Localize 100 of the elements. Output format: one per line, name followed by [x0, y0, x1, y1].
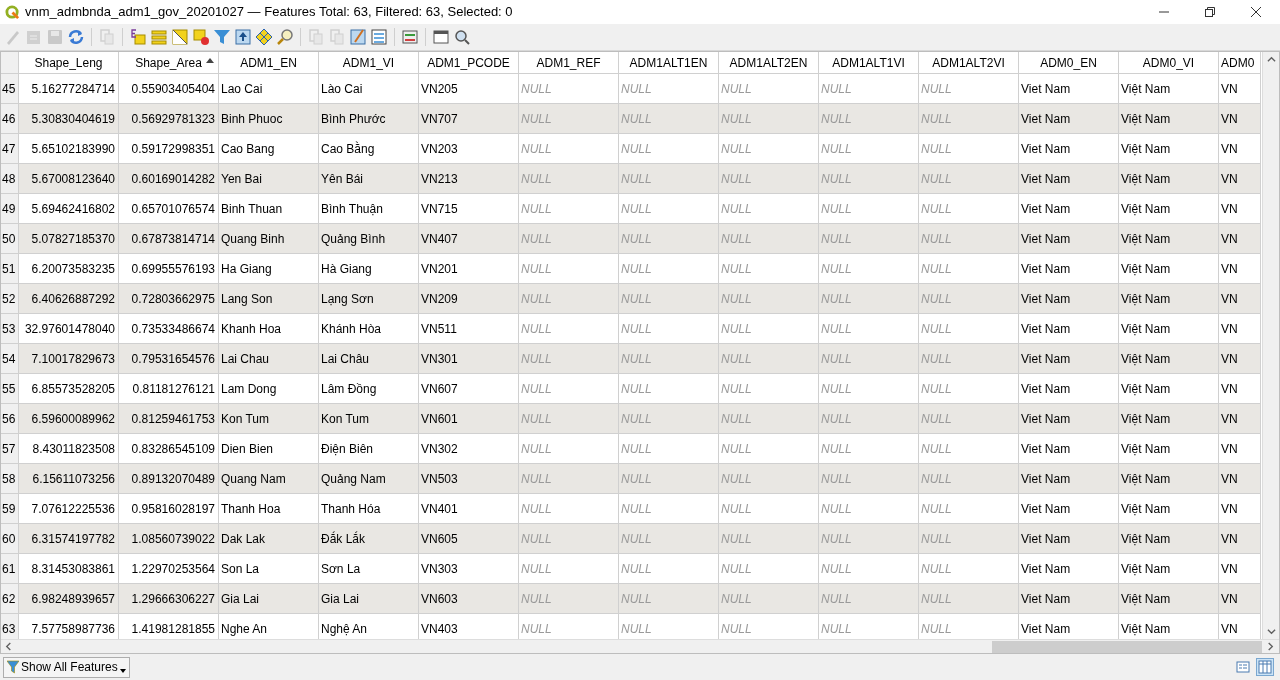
- table-cell: NULL: [719, 104, 819, 134]
- row-number[interactable]: 61: [1, 554, 19, 584]
- table-cell: NULL: [519, 164, 619, 194]
- table-cell: VN: [1219, 314, 1261, 344]
- table-cell: NULL: [519, 254, 619, 284]
- table-cell: NULL: [619, 314, 719, 344]
- table-cell: Hà Giang: [319, 254, 419, 284]
- row-number[interactable]: 55: [1, 374, 19, 404]
- row-number[interactable]: 50: [1, 224, 19, 254]
- table-cell: NULL: [819, 224, 919, 254]
- row-number[interactable]: 63: [1, 614, 19, 639]
- row-number[interactable]: 54: [1, 344, 19, 374]
- table-cell: VN: [1219, 404, 1261, 434]
- table-cell: Viet Nam: [1019, 74, 1119, 104]
- table-cell: NULL: [819, 464, 919, 494]
- column-header[interactable]: ADM1_REF: [519, 52, 619, 74]
- column-header[interactable]: ADM1ALT2EN: [719, 52, 819, 74]
- column-header[interactable]: ADM1_PCODE: [419, 52, 519, 74]
- column-header[interactable]: ADM0_VI: [1119, 52, 1219, 74]
- table-cell: Viet Nam: [1019, 494, 1119, 524]
- table-cell: Việt Nam: [1119, 344, 1219, 374]
- column-header[interactable]: ADM1ALT2VI: [919, 52, 1019, 74]
- table-cell: Việt Nam: [1119, 104, 1219, 134]
- table-cell: 6.40626887292: [19, 284, 119, 314]
- table-cell: Việt Nam: [1119, 284, 1219, 314]
- table-cell: NULL: [819, 554, 919, 584]
- horizontal-scrollbar[interactable]: [1, 639, 1279, 653]
- scroll-down-icon[interactable]: [1266, 627, 1276, 636]
- column-header[interactable]: ADM1_EN: [219, 52, 319, 74]
- table-cell: Việt Nam: [1119, 134, 1219, 164]
- table-cell: NULL: [919, 614, 1019, 639]
- deselect-icon[interactable]: [192, 28, 210, 46]
- column-header[interactable]: ADM0_EN: [1019, 52, 1119, 74]
- table-cell: NULL: [919, 524, 1019, 554]
- table-cell: NULL: [719, 344, 819, 374]
- table-view-icon[interactable]: [1257, 659, 1273, 675]
- table-cell: Việt Nam: [1119, 614, 1219, 639]
- show-all-features-button[interactable]: Show All Features: [3, 656, 130, 678]
- column-header[interactable]: ADM1ALT1VI: [819, 52, 919, 74]
- table-cell: VN715: [419, 194, 519, 224]
- maximize-icon[interactable]: [1204, 6, 1216, 18]
- row-number[interactable]: 59: [1, 494, 19, 524]
- table-cell: NULL: [519, 194, 619, 224]
- table-cell: NULL: [719, 554, 819, 584]
- filter-icon: [7, 660, 19, 674]
- table-cell: NULL: [519, 284, 619, 314]
- table-cell: NULL: [919, 584, 1019, 614]
- table-cell: VN: [1219, 434, 1261, 464]
- table-cell: VN302: [419, 434, 519, 464]
- table-cell: 8.31453083861: [19, 554, 119, 584]
- column-header[interactable]: Shape_Leng: [19, 52, 119, 74]
- row-number[interactable]: 51: [1, 254, 19, 284]
- zoom-icon[interactable]: [276, 28, 294, 46]
- column-header[interactable]: Shape_Area: [119, 52, 219, 74]
- scroll-left-icon[interactable]: [4, 642, 13, 651]
- table-cell: VN401: [419, 494, 519, 524]
- table-cell: Viet Nam: [1019, 584, 1119, 614]
- table-cell: NULL: [719, 254, 819, 284]
- table-cell: 0.72803662975: [119, 284, 219, 314]
- table-cell: Việt Nam: [1119, 164, 1219, 194]
- row-number[interactable]: 56: [1, 404, 19, 434]
- row-number[interactable]: 58: [1, 464, 19, 494]
- vertical-scrollbar[interactable]: [1262, 52, 1279, 639]
- table-cell: Dien Bien: [219, 434, 319, 464]
- table-cell: NULL: [619, 254, 719, 284]
- row-number[interactable]: 53: [1, 314, 19, 344]
- table-cell: 0.81181276121: [119, 374, 219, 404]
- table-cell: Cao Bang: [219, 134, 319, 164]
- table-cell: NULL: [719, 194, 819, 224]
- row-number[interactable]: 46: [1, 104, 19, 134]
- table-cell: VN: [1219, 254, 1261, 284]
- column-header[interactable]: ADM1ALT1EN: [619, 52, 719, 74]
- row-number[interactable]: 47: [1, 134, 19, 164]
- column-header[interactable]: ADM1_VI: [319, 52, 419, 74]
- table-cell: Việt Nam: [1119, 224, 1219, 254]
- table-cell: 5.07827185370: [19, 224, 119, 254]
- scroll-right-icon[interactable]: [1266, 642, 1275, 651]
- row-number[interactable]: 52: [1, 284, 19, 314]
- close-icon[interactable]: [1250, 6, 1262, 18]
- row-number[interactable]: 45: [1, 74, 19, 104]
- form-view-icon[interactable]: [1235, 659, 1251, 675]
- row-number[interactable]: 62: [1, 584, 19, 614]
- column-header[interactable]: ADM0: [1219, 52, 1261, 74]
- table-cell: VN607: [419, 374, 519, 404]
- table-cell: 0.65701076574: [119, 194, 219, 224]
- scroll-up-icon[interactable]: [1266, 55, 1276, 64]
- table-cell: 0.95816028197: [119, 494, 219, 524]
- row-number[interactable]: 48: [1, 164, 19, 194]
- filter-icon[interactable]: [213, 28, 231, 46]
- table-cell: Việt Nam: [1119, 254, 1219, 284]
- scroll-thumb[interactable]: [992, 640, 1262, 653]
- table-cell: NULL: [919, 404, 1019, 434]
- table-cell: Son La: [219, 554, 319, 584]
- table-cell: NULL: [619, 194, 719, 224]
- reload-icon[interactable]: [67, 28, 85, 46]
- row-number[interactable]: 49: [1, 194, 19, 224]
- row-number[interactable]: 60: [1, 524, 19, 554]
- table-cell: Việt Nam: [1119, 554, 1219, 584]
- table-cell: NULL: [919, 194, 1019, 224]
- row-number[interactable]: 57: [1, 434, 19, 464]
